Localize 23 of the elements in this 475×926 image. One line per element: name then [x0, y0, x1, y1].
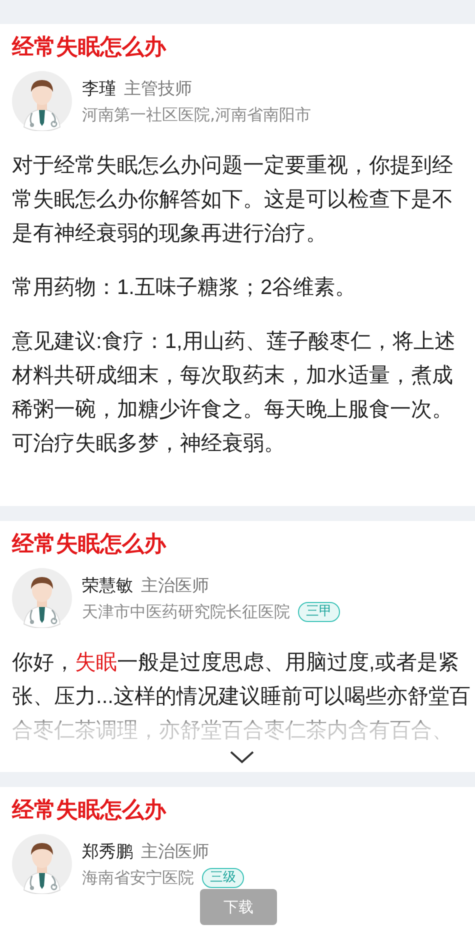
doctor-title: 主治医师: [141, 840, 209, 862]
avatar-icon: [12, 568, 72, 628]
question-title: 经常失眠怎么办: [12, 34, 168, 62]
doctor-name: 李瑾: [82, 78, 116, 100]
expand-chevron-icon[interactable]: [228, 750, 254, 764]
hospital-name: 海南省安宁医院: [82, 868, 194, 888]
doctor-name: 郑秀鹏: [82, 840, 133, 862]
hospital-grade-badge: 三级: [202, 868, 244, 888]
avatar-icon: [12, 71, 72, 131]
download-button[interactable]: 下载: [200, 889, 277, 925]
question-title: 经常失眠怎么办: [12, 531, 168, 559]
doctor-title: 主治医师: [141, 574, 209, 596]
answer-text: 对于经常失眠怎么办问题一定要重视，你提到经常失眠怎么办你解答如下。这是可以检查下是不是有神经衰弱的现象再进行治疗。: [12, 153, 454, 247]
doctor-name: 荣慧敏: [82, 574, 133, 596]
question-title: 经常失眠怎么办: [12, 797, 168, 825]
hospital-grade-badge: 三甲: [298, 602, 340, 622]
answer-text: 你好，失眠一般是过度思虑、用脑过度,或者是紧张、压力...这样的情况建议睡前可以喝些亦舒堂百合枣仁茶调理，亦舒堂百合枣仁茶内含有百合、: [12, 650, 471, 744]
answer-text: 意见建议:食疗：1,用山药、莲子酸枣仁，将上述材料共研成细末，每次取药末，加水适量，煮成稀粥一碗，加糖少许食之。每天晚上服食一次。可治疗失眠多梦，神经衰弱。: [12, 329, 456, 457]
answer-text: 常用药物：1.五味子糖浆；2谷维素。: [12, 275, 358, 301]
hospital-name: 天津市中医药研究院长征医院: [82, 602, 290, 622]
avatar-icon: [12, 834, 72, 894]
doctor-title: 主管技师: [124, 78, 192, 100]
hospital-name: 河南第一社区医院,河南省南阳市: [82, 104, 312, 126]
